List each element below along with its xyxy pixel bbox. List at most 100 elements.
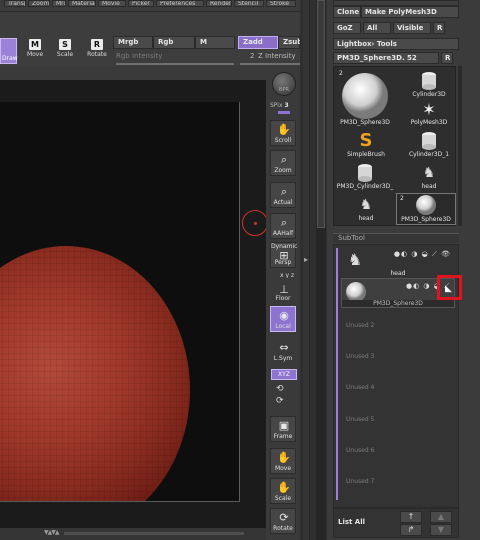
draw-button[interactable]: Draw bbox=[0, 38, 18, 64]
tool-badge: 2 bbox=[339, 70, 343, 77]
expand-arrow-icon[interactable]: ▸ bbox=[304, 255, 308, 264]
lightbox-tools-button[interactable]: Lightbox› Tools bbox=[333, 38, 459, 50]
panel-scroll-thumb[interactable] bbox=[317, 0, 325, 228]
m-button[interactable]: M bbox=[195, 36, 235, 49]
current-tool-name[interactable]: PM3D_Sphere3D. 52 bbox=[333, 52, 439, 64]
draw-label: Draw bbox=[2, 55, 18, 62]
persp-button[interactable]: Dynamic ⊞ Persp bbox=[270, 242, 297, 268]
floor-button[interactable]: ⊥ Floor bbox=[270, 278, 296, 304]
menu-item[interactable]: Mrgb bbox=[52, 0, 66, 7]
unused-slot[interactable]: Unused 2 bbox=[346, 322, 374, 329]
unused-slot[interactable]: Unused 7 bbox=[346, 478, 374, 485]
menu-item[interactable]: Stencil bbox=[234, 0, 264, 7]
move-view-button[interactable]: ✋ Move bbox=[270, 448, 296, 474]
xyz-button[interactable]: XYZ bbox=[271, 369, 297, 380]
actual-button[interactable]: ⌕ Actual bbox=[270, 182, 296, 208]
move-mode-button[interactable]: M Move bbox=[22, 39, 48, 75]
menu-item[interactable]: Movie bbox=[98, 0, 126, 7]
document-viewport[interactable] bbox=[0, 80, 266, 528]
sphere-mesh[interactable] bbox=[0, 246, 190, 501]
subtool-name: PM3D_Sphere3D bbox=[342, 300, 454, 307]
subtool-item-head[interactable]: ♞ ●◐ ◑ ◒ ⟋ 👁 head bbox=[341, 247, 455, 277]
all-button[interactable]: All bbox=[363, 22, 391, 34]
zsub-button[interactable]: Zsub bbox=[278, 36, 302, 49]
tool-badge: 2 bbox=[400, 195, 404, 202]
magnifier-icon: ⌕ bbox=[280, 185, 288, 198]
bottom-scrollbar[interactable]: ▼▲▼▲ bbox=[0, 528, 300, 540]
tool-thumb-head-2[interactable]: ♞ head bbox=[338, 195, 394, 225]
zoom-label: Zoom bbox=[274, 167, 292, 174]
scale-mode-button[interactable]: S Scale bbox=[52, 39, 78, 75]
mrgb-button[interactable]: Mrgb bbox=[113, 36, 153, 49]
menu-item[interactable]: Material bbox=[68, 0, 96, 7]
magnifier-icon: ⌕ bbox=[280, 153, 288, 166]
scale-mode-label: Scale bbox=[56, 51, 74, 58]
tool-thumb-simplebrush[interactable]: S SimpleBrush bbox=[338, 131, 394, 161]
unused-slot[interactable]: Unused 4 bbox=[346, 384, 374, 391]
menu-item[interactable]: Picker bbox=[128, 0, 154, 7]
tool-thumb-head[interactable]: ♞ head bbox=[406, 163, 452, 193]
arrow-down-icon[interactable]: ▼ bbox=[430, 524, 452, 536]
persp-label: Persp bbox=[274, 259, 292, 266]
tool-thumb-polymesh[interactable]: ✶ PolyMesh3D bbox=[406, 101, 452, 129]
menu-item[interactable]: Transp bbox=[4, 0, 26, 7]
move-down-icon[interactable]: ↱ bbox=[400, 524, 422, 536]
spix-slider[interactable] bbox=[278, 111, 290, 114]
menu-item[interactable]: Stroke bbox=[266, 0, 296, 7]
scroll-track[interactable] bbox=[64, 532, 244, 535]
tool-thumb-pm3d-sphere-2[interactable]: 2 PM3D_Sphere3D bbox=[396, 193, 456, 225]
visible-button[interactable]: Visible bbox=[393, 22, 431, 34]
scale-view-label: Scale bbox=[274, 495, 292, 502]
cylinder-icon bbox=[422, 72, 436, 90]
tool-thumb-pm3d-cylinder[interactable]: PM3D_Cylinder3D_ bbox=[334, 163, 396, 193]
clone-button[interactable]: Clone bbox=[333, 6, 361, 18]
scroll-arrows-icon[interactable]: ▼▲▼▲ bbox=[44, 529, 60, 536]
menu-item[interactable]: Preferences bbox=[156, 0, 204, 7]
spix-control[interactable]: SPix 3 bbox=[270, 102, 289, 109]
bpr-render-button[interactable]: BPR bbox=[272, 72, 296, 96]
arrow-up-icon[interactable]: ▲ bbox=[430, 511, 452, 523]
subtool-scrollbar[interactable] bbox=[336, 248, 338, 500]
frame-button[interactable]: ▣ Frame bbox=[270, 416, 296, 442]
zoom-button[interactable]: ⌕ Zoom bbox=[270, 150, 296, 176]
scroll-button[interactable]: ✋ Scroll bbox=[270, 120, 296, 146]
goz-button[interactable]: GoZ bbox=[333, 22, 361, 34]
z-intensity-value: 2 bbox=[250, 52, 255, 60]
menu-item[interactable]: Zoom bbox=[28, 0, 50, 7]
unused-slot[interactable]: Unused 5 bbox=[346, 416, 374, 423]
resize-handle[interactable] bbox=[303, 0, 310, 540]
tool-grid-scrollbar[interactable] bbox=[458, 66, 462, 226]
local-button[interactable]: ◉ Local bbox=[270, 306, 296, 332]
menu-item[interactable]: Render bbox=[206, 0, 232, 7]
star-icon: ✶ bbox=[422, 100, 436, 119]
rgb-intensity-slider[interactable] bbox=[116, 63, 234, 65]
tool-thumb-cylinder[interactable]: Cylinder3D bbox=[406, 71, 452, 99]
spix-value: 3 bbox=[284, 102, 289, 109]
tool-label: head bbox=[421, 183, 437, 190]
tool-thumb-cylinder-1[interactable]: Cylinder3D_1 bbox=[402, 131, 456, 161]
current-r-button[interactable]: R bbox=[441, 52, 453, 64]
subtool-visibility-icons[interactable]: ●◐ ◑ ◒ ⟋ 👁 bbox=[394, 250, 451, 259]
lsym-button[interactable]: ⇔ L.Sym bbox=[270, 338, 296, 364]
unused-slot[interactable]: Unused 6 bbox=[346, 447, 374, 454]
head-icon: ♞ bbox=[347, 250, 363, 269]
rotate-view-button[interactable]: ⟳ Rotate bbox=[270, 508, 296, 534]
unused-slot[interactable]: Unused 3 bbox=[346, 353, 374, 360]
rotate-axis-icons[interactable]: ⟲ ⟳ bbox=[276, 383, 284, 407]
eye-toggle-icon[interactable]: ◣ bbox=[445, 284, 452, 294]
r-button[interactable]: R bbox=[433, 22, 445, 34]
canvas[interactable] bbox=[0, 102, 240, 502]
scale-view-button[interactable]: ✋ Scale bbox=[270, 478, 296, 504]
rgb-button[interactable]: Rgb bbox=[153, 36, 195, 49]
subtool-header[interactable]: SubTool bbox=[333, 233, 459, 243]
tool-thumb-pm3d-sphere[interactable]: 2 PM3D_Sphere3D bbox=[336, 69, 394, 129]
zadd-button[interactable]: Zadd bbox=[238, 36, 278, 49]
list-all-button[interactable]: List All bbox=[338, 518, 365, 526]
make-polymesh-button[interactable]: Make PolyMesh3D bbox=[361, 6, 459, 18]
aahalf-button[interactable]: ⌕ AAHalf bbox=[270, 213, 296, 239]
rotate-mode-button[interactable]: R Rotate bbox=[84, 39, 110, 75]
bpr-label: BPR bbox=[279, 87, 289, 93]
tool-label: PM3D_Sphere3D bbox=[401, 216, 451, 223]
move-up-icon[interactable]: ↑ bbox=[400, 511, 422, 523]
z-intensity-slider[interactable] bbox=[240, 63, 300, 65]
